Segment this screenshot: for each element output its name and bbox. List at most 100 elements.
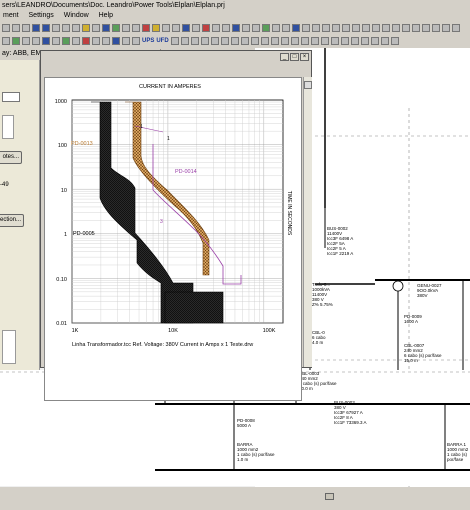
barra-info[interactable]: BARRA 1000 mm2 1 cabo (s) por/fase 1.0 m [237, 442, 275, 462]
wire-tool-icon[interactable] [170, 37, 179, 45]
relay-icon[interactable] [252, 24, 260, 32]
cbl-0003-info[interactable]: CBL-0003 240 mm2 6 cabo (s) por/fase 20.0 m [299, 371, 337, 391]
fuse-icon[interactable] [202, 24, 210, 32]
grid-icon[interactable] [92, 24, 100, 32]
flip-icon[interactable] [392, 24, 400, 32]
ups-icon[interactable] [352, 24, 360, 32]
dimension-icon[interactable] [300, 37, 309, 45]
cbl-0007-info[interactable]: CBL-0007 240 mm2 6 cabo (s) por/fase 15.0 m [404, 343, 442, 363]
left-combo[interactable] [2, 92, 20, 102]
trafo-info[interactable]: Trafo-0... 1000kVA 11400V 380 V Z% 5.75% [312, 282, 333, 307]
report-icon[interactable] [432, 24, 440, 32]
add-motor-icon[interactable] [72, 37, 80, 45]
node-icon[interactable] [312, 24, 320, 32]
arrow-down-icon[interactable] [360, 37, 369, 45]
layer-icon[interactable] [330, 37, 339, 45]
add-capacitor-icon[interactable] [102, 37, 110, 45]
add-fuse-icon[interactable] [82, 37, 90, 45]
lock-icon[interactable] [340, 37, 349, 45]
redo-icon[interactable] [72, 24, 80, 32]
arc-flash-icon[interactable] [280, 37, 289, 45]
pd-0008-info[interactable]: PD-0008 5000 A [237, 418, 255, 428]
pd-0009-info[interactable]: PD-0009 1600 A [404, 314, 422, 324]
close-button[interactable]: × [300, 53, 309, 61]
menu-item-document[interactable]: ment [3, 12, 19, 19]
ups-button[interactable]: UPS [142, 38, 154, 44]
ufd-button[interactable]: UFD [156, 38, 168, 44]
sc-calc-icon[interactable] [250, 37, 259, 45]
scroll-thumb[interactable] [304, 81, 312, 89]
motor-icon[interactable] [192, 24, 200, 32]
add-breaker-icon[interactable] [22, 37, 30, 45]
panel-icon[interactable] [322, 24, 330, 32]
capacitor-icon[interactable] [242, 24, 250, 32]
minimize-button[interactable]: _ [280, 53, 289, 61]
add-ground-icon[interactable] [132, 37, 140, 45]
switch-icon[interactable] [272, 24, 280, 32]
mirror-icon[interactable] [402, 24, 410, 32]
list-icon[interactable] [310, 37, 319, 45]
pan-icon[interactable] [220, 37, 229, 45]
zoom-icon[interactable] [82, 24, 90, 32]
add-load-icon[interactable] [92, 37, 100, 45]
save-icon[interactable] [12, 24, 20, 32]
calc-icon[interactable] [442, 24, 450, 32]
tcc-icon[interactable] [260, 37, 269, 45]
select-icon[interactable] [102, 24, 110, 32]
zoom-out-icon[interactable] [200, 37, 209, 45]
filter-icon[interactable] [362, 24, 370, 32]
genu-info[interactable]: GENU-0027 9OO.0kVA 380V [417, 283, 442, 298]
add-switch-icon[interactable] [122, 37, 130, 45]
cbl-small-info[interactable]: CBL-0 6 cabo 4.0 m [312, 330, 326, 345]
tcc-dialog-titlebar[interactable]: _ □ × [41, 51, 311, 63]
link-icon[interactable] [342, 24, 350, 32]
generator-icon[interactable] [232, 24, 240, 32]
table-icon[interactable] [320, 37, 329, 45]
bus-0002-info[interactable]: BUS-0002 11400V Icc3F 6498 A Icc2F 5A Icc2F … [327, 226, 353, 256]
add-cable-icon[interactable] [32, 37, 40, 45]
transformer-icon[interactable] [182, 24, 190, 32]
zoom-in-icon[interactable] [190, 37, 199, 45]
properties-icon[interactable] [422, 24, 430, 32]
add-transformer-icon[interactable] [52, 37, 60, 45]
dialog-vertical-scrollbar[interactable] [303, 77, 312, 367]
breaker-icon[interactable] [172, 24, 180, 32]
arrow-left-icon[interactable] [370, 37, 379, 45]
menu-item-settings[interactable]: Settings [29, 12, 54, 19]
add-bus-icon[interactable] [42, 37, 50, 45]
open-icon[interactable] [2, 24, 10, 32]
bracket-icon[interactable] [180, 37, 189, 45]
tcc-chart-area[interactable]: CURRENT IN AMPERES 1000 100 10 1 0.10 0.… [44, 77, 302, 401]
copy-icon[interactable] [42, 24, 50, 32]
barra-1-info[interactable]: BARRA 1 1000 mm2 1 cabo (s) por/fase [447, 442, 470, 462]
arrow-icon[interactable] [302, 24, 310, 32]
flow-icon[interactable] [270, 37, 279, 45]
pointer-icon[interactable] [2, 37, 10, 45]
bus-icon[interactable] [152, 24, 160, 32]
notes-button[interactable]: otes... [0, 151, 22, 164]
undo-icon[interactable] [62, 24, 70, 32]
left-list-box[interactable] [2, 330, 16, 364]
rotate-icon[interactable] [382, 24, 390, 32]
find-icon[interactable] [240, 37, 249, 45]
print-icon[interactable] [22, 24, 30, 32]
maximize-button[interactable]: □ [290, 53, 299, 61]
paste-icon[interactable] [52, 24, 60, 32]
line-icon[interactable] [162, 24, 170, 32]
selection-button[interactable]: ection... [0, 214, 24, 227]
help-icon[interactable] [452, 24, 460, 32]
add-relay-icon[interactable] [112, 37, 120, 45]
arrow-right-icon[interactable] [380, 37, 389, 45]
move-icon[interactable] [122, 24, 130, 32]
add-generator-icon[interactable] [62, 37, 70, 45]
run-icon[interactable] [142, 24, 150, 32]
load-icon[interactable] [222, 24, 230, 32]
add-node-icon[interactable] [12, 37, 20, 45]
cable-icon[interactable] [212, 24, 220, 32]
source-icon[interactable] [332, 24, 340, 32]
text-icon[interactable] [292, 24, 300, 32]
harmonics-icon[interactable] [290, 37, 299, 45]
horizontal-scroll-thumb[interactable] [325, 493, 334, 500]
align-icon[interactable] [372, 24, 380, 32]
bus-0003-info[interactable]: BUS-0003 380 V Icc3F 67927 A Icc2F 8 A Icc1F… [334, 400, 367, 425]
